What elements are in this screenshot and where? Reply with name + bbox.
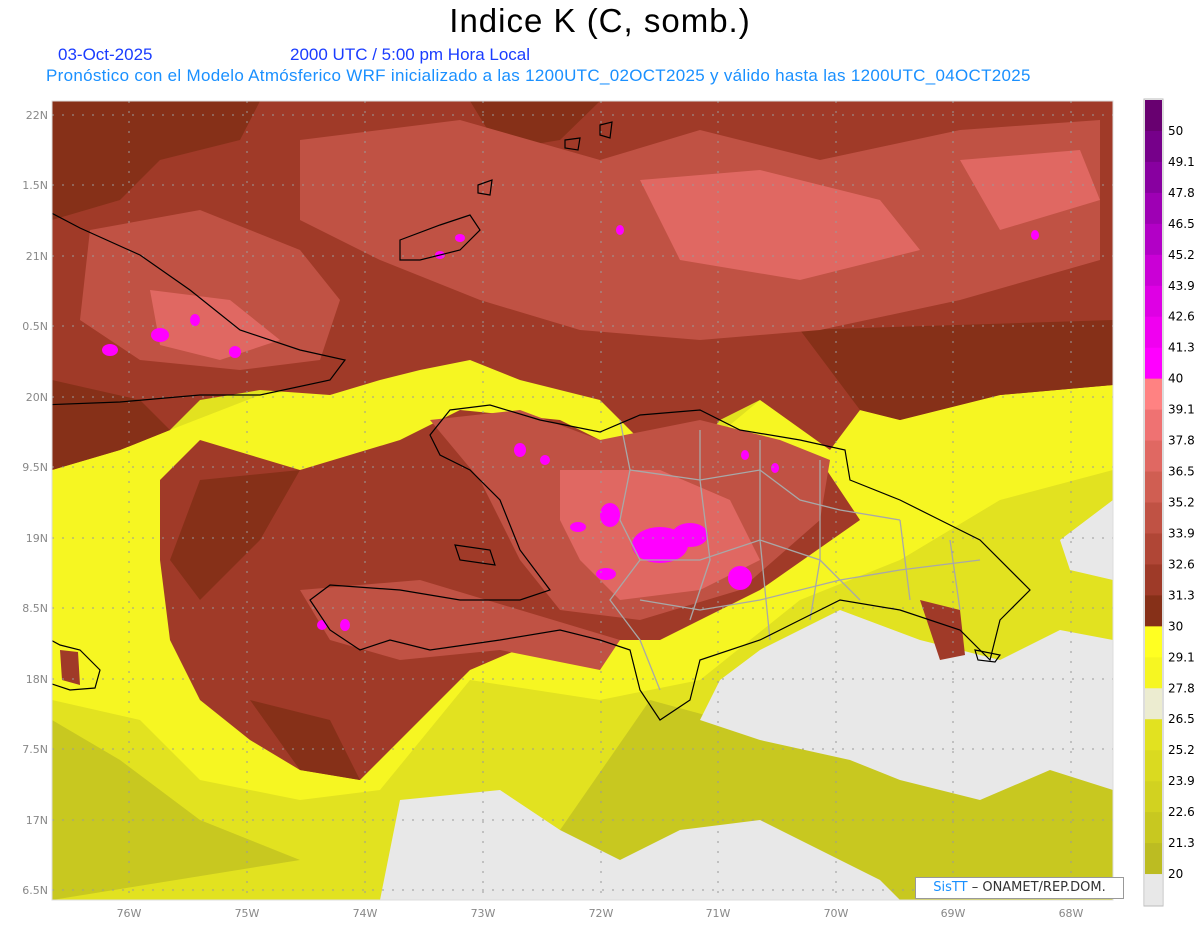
colorbar-swatch xyxy=(1145,843,1162,875)
colorbar-swatch xyxy=(1145,440,1162,473)
lon-label: 69W xyxy=(941,907,966,920)
colorbar-swatch xyxy=(1145,130,1162,163)
colorbar-swatch xyxy=(1145,347,1162,380)
colorbar-swatch xyxy=(1145,161,1162,194)
colorbar-swatch xyxy=(1145,254,1162,287)
colorbar-swatch xyxy=(1145,750,1162,782)
lat-label: 1.5N xyxy=(22,179,48,192)
colorbar-swatch xyxy=(1145,409,1162,442)
lon-label: 76W xyxy=(117,907,142,920)
lat-label: 18N xyxy=(26,673,48,686)
colorbar-label: 27.8 xyxy=(1168,681,1195,695)
k-index-map: 76W 75W 74W 73W 72W 71W 70W 69W 68W 22N … xyxy=(22,98,1195,920)
lat-label: 19N xyxy=(26,532,48,545)
colorbar-swatch xyxy=(1145,595,1162,627)
colorbar-swatch xyxy=(1145,533,1162,565)
colorbar-label: 22.6 xyxy=(1168,805,1195,819)
colorbar-label: 31.3 xyxy=(1168,588,1195,602)
credit-brand: SisTT xyxy=(933,880,968,895)
colorbar-label: 41.3 xyxy=(1168,341,1195,355)
lat-label: 0.5N xyxy=(22,320,48,333)
colorbar-swatch xyxy=(1145,688,1162,720)
colorbar-label: 46.5 xyxy=(1168,217,1195,231)
lat-label: 21N xyxy=(26,250,48,263)
colorbar-label: 33.9 xyxy=(1168,526,1195,540)
lon-label: 68W xyxy=(1059,907,1084,920)
credit-text: – ONAMET/REP.DOM. xyxy=(971,880,1106,895)
colorbar-label: 20 xyxy=(1168,867,1183,881)
colorbar-label: 32.6 xyxy=(1168,557,1195,571)
colorbar-label: 25.2 xyxy=(1168,743,1195,757)
lat-label: 17N xyxy=(26,814,48,827)
map-field xyxy=(52,101,1113,900)
colorbar-swatch xyxy=(1145,471,1162,503)
lat-label: 9.5N xyxy=(22,461,48,474)
colorbar-label: 35.2 xyxy=(1168,496,1195,510)
lon-label: 71W xyxy=(706,907,731,920)
colorbar-swatch xyxy=(1145,626,1162,658)
colorbar-label: 36.5 xyxy=(1168,465,1195,479)
colorbar: 50 49.1 47.8 46.5 45.2 43.9 42.6 41.3 40 39.1 37.8… xyxy=(1143,98,1195,907)
credit-box: SisTT – ONAMET/REP.DOM. xyxy=(915,877,1124,899)
colorbar-label: 23.9 xyxy=(1168,774,1195,788)
colorbar-swatch xyxy=(1145,657,1162,689)
lat-label: 7.5N xyxy=(22,743,48,756)
lat-label: 20N xyxy=(26,391,48,404)
colorbar-label: 49.1 xyxy=(1168,155,1195,169)
colorbar-label: 30 xyxy=(1168,619,1183,633)
colorbar-label: 39.1 xyxy=(1168,403,1195,417)
colorbar-swatch xyxy=(1145,100,1162,132)
colorbar-swatch xyxy=(1145,874,1162,906)
colorbar-swatch xyxy=(1145,223,1162,256)
colorbar-label: 43.9 xyxy=(1168,279,1195,293)
colorbar-label: 37.8 xyxy=(1168,434,1195,448)
lat-label: 8.5N xyxy=(22,602,48,615)
colorbar-swatch xyxy=(1145,378,1162,411)
lon-label: 72W xyxy=(589,907,614,920)
colorbar-swatch xyxy=(1145,192,1162,225)
colorbar-swatch xyxy=(1145,502,1162,534)
lat-axis: 22N 1.5N 21N 0.5N 20N 9.5N 19N 8.5N 18N … xyxy=(22,109,48,897)
colorbar-label: 40 xyxy=(1168,372,1183,386)
colorbar-swatch xyxy=(1145,564,1162,596)
colorbar-swatch xyxy=(1145,285,1162,318)
colorbar-label: 47.8 xyxy=(1168,186,1195,200)
colorbar-label: 29.1 xyxy=(1168,650,1195,664)
colorbar-swatch xyxy=(1145,719,1162,751)
lon-label: 74W xyxy=(353,907,378,920)
lat-label: 6.5N xyxy=(22,884,48,897)
lon-label: 75W xyxy=(235,907,260,920)
colorbar-label: 50 xyxy=(1168,124,1183,138)
lon-label: 73W xyxy=(471,907,496,920)
colorbar-swatch xyxy=(1145,812,1162,844)
colorbar-label: 42.6 xyxy=(1168,310,1195,324)
colorbar-label: 45.2 xyxy=(1168,248,1195,262)
lon-label: 70W xyxy=(824,907,849,920)
lon-axis: 76W 75W 74W 73W 72W 71W 70W 69W 68W xyxy=(117,907,1084,920)
colorbar-label: 21.3 xyxy=(1168,836,1195,850)
lat-label: 22N xyxy=(26,109,48,122)
colorbar-label: 26.5 xyxy=(1168,712,1195,726)
colorbar-swatch xyxy=(1145,781,1162,813)
colorbar-swatch xyxy=(1145,316,1162,349)
